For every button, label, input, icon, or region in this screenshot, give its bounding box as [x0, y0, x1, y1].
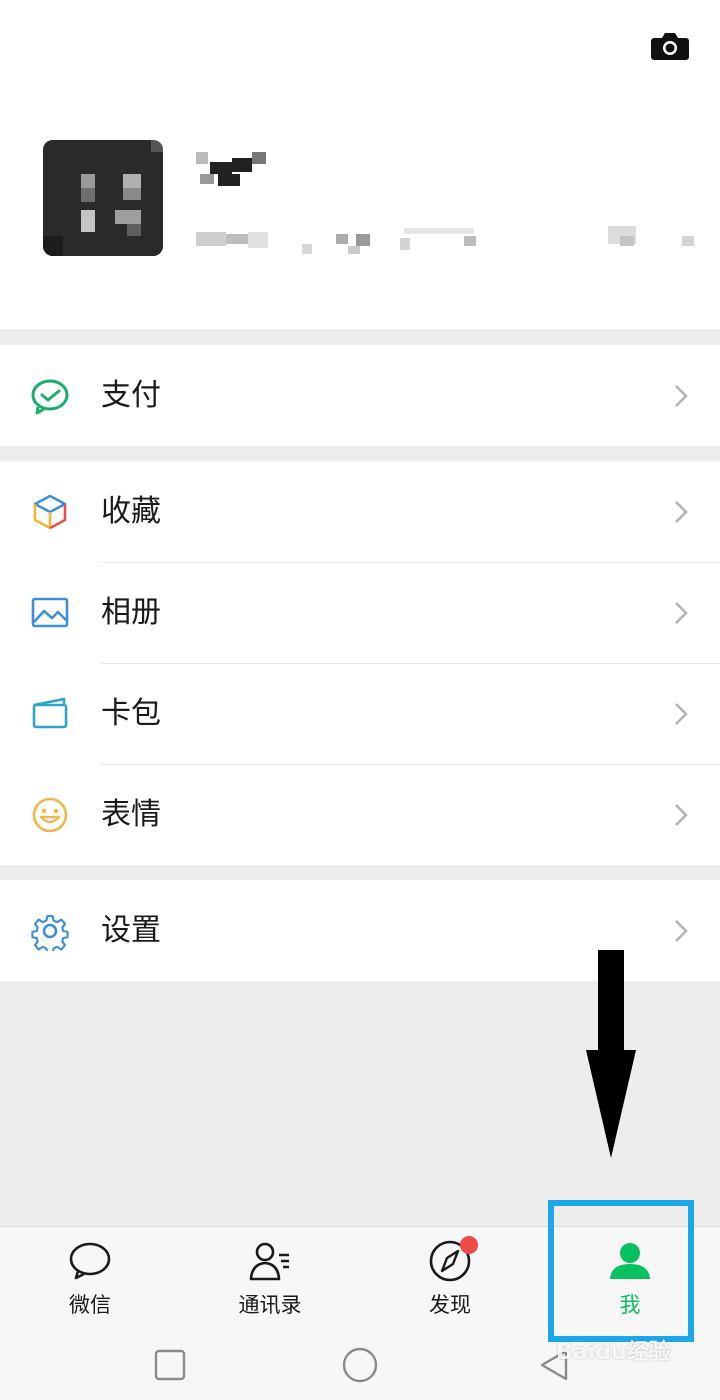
recent-apps-button[interactable] — [150, 1345, 190, 1385]
gear-icon — [30, 911, 70, 955]
chat-bubble-icon — [68, 1239, 112, 1283]
notification-badge — [460, 1236, 478, 1254]
home-button[interactable] — [340, 1345, 380, 1385]
favorites-cube-icon — [30, 492, 70, 532]
menu-item-stickers[interactable]: 表情 — [0, 764, 720, 865]
tab-contacts[interactable]: 通讯录 — [180, 1227, 360, 1328]
camera-icon[interactable] — [650, 30, 690, 62]
contacts-icon — [248, 1239, 292, 1283]
nickname-pixelated — [196, 152, 268, 192]
menu-item-label: 设置 — [101, 913, 161, 948]
menu-item-label: 表情 — [101, 797, 161, 832]
annotation-highlight-box — [548, 1200, 694, 1342]
tab-label: 微信 — [69, 1293, 111, 1317]
menu-item-favorites[interactable]: 收藏 — [0, 461, 720, 562]
wechat-pay-icon — [30, 376, 70, 416]
annotation-arrow-icon — [584, 950, 638, 1160]
menu-item-cards[interactable]: 卡包 — [0, 663, 720, 764]
wechat-id-pixelated — [196, 226, 706, 256]
menu-item-label: 相册 — [101, 595, 161, 630]
tab-label: 发现 — [429, 1293, 471, 1317]
tab-label: 通讯录 — [238, 1293, 302, 1317]
watermark: Baidu经验 — [556, 1340, 671, 1365]
menu-item-label: 收藏 — [101, 494, 161, 529]
smiley-icon — [30, 795, 70, 835]
chevron-right-icon — [672, 701, 690, 727]
menu-item-label: 卡包 — [101, 696, 161, 731]
avatar[interactable] — [43, 140, 163, 256]
menu-item-album[interactable]: 相册 — [0, 562, 720, 663]
tab-discover[interactable]: 发现 — [360, 1227, 540, 1328]
menu-group-pay: 支付 — [0, 345, 720, 446]
card-wallet-icon — [30, 694, 70, 734]
album-icon — [30, 593, 70, 633]
menu-item-label: 支付 — [101, 378, 161, 413]
chevron-right-icon — [672, 383, 690, 409]
tab-chats[interactable]: 微信 — [0, 1227, 180, 1328]
chevron-right-icon — [672, 802, 690, 828]
menu-item-pay[interactable]: 支付 — [0, 345, 720, 446]
chevron-right-icon — [672, 499, 690, 525]
chevron-right-icon — [672, 918, 690, 944]
menu-group-main: 收藏 相册 卡包 表情 — [0, 461, 720, 865]
profile-header[interactable] — [0, 0, 720, 329]
chevron-right-icon — [672, 600, 690, 626]
